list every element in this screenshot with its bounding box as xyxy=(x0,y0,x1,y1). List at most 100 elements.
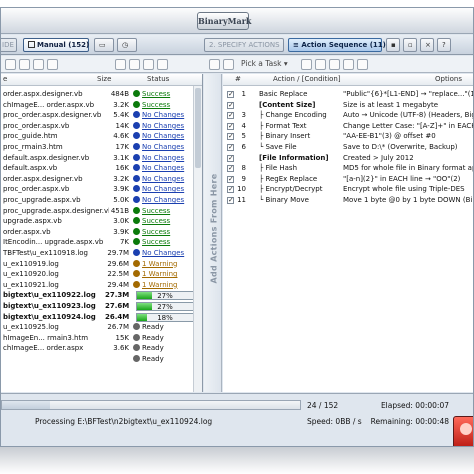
action-row[interactable]: 9 ├ RegEx Replace "[a-n](2}" in EACH line … xyxy=(223,174,473,184)
scan-button[interactable]: ▭ xyxy=(94,38,114,52)
sort-icon[interactable] xyxy=(129,59,140,70)
status-text[interactable]: 1 Warning xyxy=(142,281,177,289)
pick-task-button[interactable]: Pick a Task ▾ xyxy=(241,59,288,68)
action-checkbox[interactable] xyxy=(227,153,234,163)
remove-icon[interactable] xyxy=(33,59,44,70)
status-text[interactable]: No Changes xyxy=(142,185,184,193)
save-sequence-button[interactable]: ▪ xyxy=(386,38,400,52)
file-row[interactable]: proc_upgrade.aspx.designer.vb 451B Success xyxy=(1,206,193,217)
action-checkbox[interactable] xyxy=(227,163,234,174)
add-actions-side-panel[interactable]: Add Actions From Here xyxy=(204,74,222,392)
action-row[interactable]: 5 ├ Binary Insert "AA-EE-B1"(3) @ offset #… xyxy=(223,131,473,142)
status-text[interactable]: Success xyxy=(142,217,170,225)
file-row[interactable]: hImageEn... rmain3.htm 15K Ready xyxy=(1,333,193,344)
size-column-header[interactable]: Size xyxy=(97,75,111,83)
action-row[interactable]: 10 ├ Encrypt/Decrypt Encrypt whole file us… xyxy=(223,184,473,195)
specify-actions-tab[interactable]: 2. SPECIFY ACTIONS xyxy=(204,38,284,52)
file-row[interactable]: proc_upgrade.aspx.vb 5.0K No Changes xyxy=(1,195,193,206)
file-row[interactable]: default.aspx.vb 16K No Changes xyxy=(1,163,193,174)
action-checkbox[interactable] xyxy=(227,174,234,184)
file-row[interactable]: TBFTest\u_ex110918.log 29.7M No Changes xyxy=(1,248,193,259)
stop-button[interactable] xyxy=(453,416,473,446)
status-column-header[interactable]: Status xyxy=(147,75,169,83)
status-text[interactable]: No Changes xyxy=(142,249,184,257)
status-text[interactable]: No Changes xyxy=(142,132,184,140)
file-row[interactable]: bigtext\u_ex110924.log 26.4M 18% xyxy=(1,312,193,323)
file-row[interactable]: u_ex110921.log 29.4M 1 Warning xyxy=(1,280,193,291)
file-row[interactable]: proc_order.aspx.vb 14K No Changes xyxy=(1,121,193,132)
file-row[interactable]: upgrade.aspx.vb 3.0K Success xyxy=(1,216,193,227)
action-checkbox[interactable] xyxy=(227,110,234,121)
schedule-button[interactable]: ◷ xyxy=(117,38,137,52)
action-checkbox[interactable] xyxy=(227,100,234,110)
condition-row[interactable]: [Content Size] Size is at least 1 megabyt… xyxy=(223,100,473,110)
file-row[interactable]: chImageE... order.aspx 3.6K Ready xyxy=(1,343,193,354)
status-text[interactable]: Success xyxy=(142,101,170,109)
add-folder-icon[interactable] xyxy=(19,59,30,70)
file-row[interactable]: ItEncodin... upgrade.aspx.vb 7K Success xyxy=(1,237,193,248)
scrollbar-thumb[interactable] xyxy=(195,88,201,168)
help-button[interactable]: ? xyxy=(437,38,451,52)
options-column-header[interactable]: Options xyxy=(435,75,462,83)
action-row[interactable]: 1 Basic Replace "Public"{6}*[L1-END] → "re… xyxy=(223,89,473,100)
condition-icon[interactable] xyxy=(343,59,354,70)
action-row[interactable]: 4 ├ Format Text Change Letter Case: "[A-Z]… xyxy=(223,121,473,131)
action-row[interactable]: 11 └ Binary Move Move 1 byte @0 by 1 byte … xyxy=(223,195,473,206)
remove-action-icon[interactable] xyxy=(357,59,368,70)
action-checkbox[interactable] xyxy=(227,142,234,153)
file-row[interactable]: proc_guide.htm 4.6K No Changes xyxy=(1,131,193,142)
action-row[interactable]: 6 └ Save File Save to D:\* (Overwrite, Bac… xyxy=(223,142,473,153)
action-checkbox[interactable] xyxy=(227,131,234,142)
action-checkbox[interactable] xyxy=(227,184,234,195)
manual-mode-button[interactable]: Manual (152) xyxy=(23,38,89,52)
action-checkbox[interactable] xyxy=(227,89,234,100)
status-text[interactable]: No Changes xyxy=(142,154,184,162)
action-up-icon[interactable] xyxy=(209,59,220,70)
status-text[interactable]: Success xyxy=(142,90,170,98)
copy-action-icon[interactable] xyxy=(329,59,340,70)
file-row[interactable]: proc_rmain3.htm 17K No Changes xyxy=(1,142,193,153)
guide-button[interactable]: IDE xyxy=(1,38,17,52)
file-row[interactable]: order.aspx.vb 3.9K Success xyxy=(1,227,193,238)
status-text[interactable]: Success xyxy=(142,228,170,236)
action-row[interactable]: 8 ├ File Hash MD5 for whole file in Binary… xyxy=(223,163,473,174)
clear-sequence-button[interactable]: × xyxy=(420,38,434,52)
file-row[interactable]: order.aspx.designer.vb 484B Success xyxy=(1,89,193,100)
name-column-header[interactable]: e xyxy=(3,75,7,83)
file-row[interactable]: chImageE... order.aspx.vb 3.2K Success xyxy=(1,100,193,111)
file-row[interactable]: u_ex110920.log 22.5M 1 Warning xyxy=(1,269,193,280)
edit-action-icon[interactable] xyxy=(315,59,326,70)
filter-icon[interactable] xyxy=(115,59,126,70)
action-checkbox[interactable] xyxy=(227,195,234,206)
file-list-scrollbar[interactable] xyxy=(193,86,202,392)
status-text[interactable]: No Changes xyxy=(142,175,184,183)
file-row[interactable]: default.aspx.designer.vb 3.1K No Changes xyxy=(1,153,193,164)
status-text[interactable]: No Changes xyxy=(142,122,184,130)
number-column-header[interactable]: # xyxy=(235,75,241,83)
clear-icon[interactable] xyxy=(47,59,58,70)
file-row[interactable]: order.aspx.designer.vb 3.2K No Changes xyxy=(1,174,193,185)
status-text[interactable]: No Changes xyxy=(142,164,184,172)
action-down-icon[interactable] xyxy=(223,59,234,70)
options-icon[interactable] xyxy=(157,59,168,70)
file-row[interactable]: bigtext\u_ex110923.log 27.6M 27% xyxy=(1,301,193,312)
status-text[interactable]: No Changes xyxy=(142,111,184,119)
status-text[interactable]: No Changes xyxy=(142,143,184,151)
file-row[interactable]: proc_order.aspx.vb 3.9K No Changes xyxy=(1,184,193,195)
action-sequence-button[interactable]: ≡ Action Sequence (11) xyxy=(288,38,386,52)
file-row[interactable]: u_ex110919.log 29.6M 1 Warning xyxy=(1,259,193,270)
add-action-icon[interactable] xyxy=(301,59,312,70)
file-row[interactable]: bigtext\u_ex110922.log 27.3M 27% xyxy=(1,290,193,301)
add-files-icon[interactable] xyxy=(5,59,16,70)
status-text[interactable]: Success xyxy=(142,207,170,215)
action-checkbox[interactable] xyxy=(227,121,234,131)
file-row[interactable]: u_ex110925.log 26.7M Ready xyxy=(1,322,193,333)
file-row[interactable]: proc_order.aspx.designer.vb 5.4K No Change… xyxy=(1,110,193,121)
status-text[interactable]: 1 Warning xyxy=(142,260,177,268)
view-icon[interactable] xyxy=(143,59,154,70)
action-column-header[interactable]: Action / [Condition] xyxy=(273,75,341,83)
action-row[interactable]: 3 ├ Change Encoding Auto → Unicode (UTF-8)… xyxy=(223,110,473,121)
status-text[interactable]: Success xyxy=(142,238,170,246)
status-text[interactable]: 1 Warning xyxy=(142,270,177,278)
open-sequence-button[interactable]: ▫ xyxy=(403,38,417,52)
